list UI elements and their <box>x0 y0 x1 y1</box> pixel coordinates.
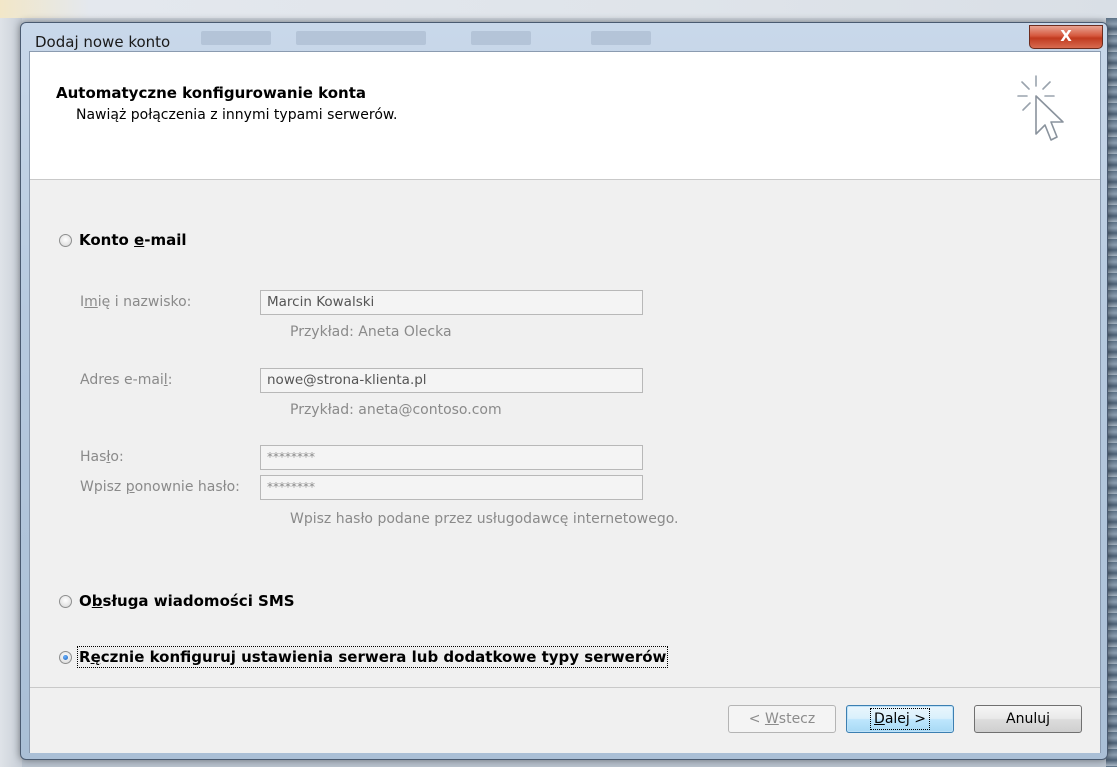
password-repeat-input[interactable]: ******** <box>260 475 643 500</box>
back-button[interactable]: < Wstecz <box>728 705 836 733</box>
email-input[interactable]: nowe@strona-klienta.pl <box>260 368 643 393</box>
radio-email-label: Konto e-mail <box>79 231 187 249</box>
email-hint: Przykład: aneta@contoso.com <box>290 402 502 418</box>
dialog-footer: < Wstecz Dalej > Anuluj <box>30 687 1100 753</box>
radio-sms-label: Obsługa wiadomości SMS <box>79 592 295 610</box>
cursor-sparkle-icon <box>1017 75 1064 141</box>
add-account-dialog: Dodaj nowe konto X Automatyczne konfigur… <box>20 22 1108 760</box>
dialog-body: Konto e-mail Imię i nazwisko: Marcin Kow… <box>30 180 1100 687</box>
radio-button[interactable] <box>59 233 72 247</box>
background-toolbar <box>0 0 1117 18</box>
dialog-content: Automatyczne konfigurowanie konta Nawiąż… <box>29 51 1101 753</box>
background-left-pane <box>0 18 22 767</box>
password-label: Hasło: <box>80 449 124 465</box>
ghost-menu-item <box>201 31 271 45</box>
radio-manual-config[interactable]: Ręcznie konfiguruj ustawienia serwera lu… <box>59 646 669 668</box>
name-hint: Przykład: Aneta Olecka <box>290 324 452 340</box>
ghost-menu-item <box>471 31 531 45</box>
password-input[interactable]: ******** <box>260 445 643 470</box>
name-input[interactable]: Marcin Kowalski <box>260 290 643 315</box>
window-title: Dodaj nowe konto <box>35 33 171 51</box>
header-title: Automatyczne konfigurowanie konta <box>56 84 366 102</box>
close-button[interactable]: X <box>1029 25 1103 49</box>
ghost-menu-item <box>296 31 426 45</box>
header-subtitle: Nawiąż połączenia z innymi typami serwer… <box>76 107 398 123</box>
dialog-header: Automatyczne konfigurowanie konta Nawiąż… <box>30 52 1100 180</box>
ghost-menu-item <box>591 31 651 45</box>
radio-sms[interactable]: Obsługa wiadomości SMS <box>59 592 295 610</box>
password-hint: Wpisz hasło podane przez usługodawcę int… <box>290 511 679 527</box>
radio-manual-label: Ręcznie konfiguruj ustawienia serwera lu… <box>76 646 669 668</box>
close-icon: X <box>1060 27 1072 45</box>
cancel-button[interactable]: Anuluj <box>974 705 1082 733</box>
radio-button-selected[interactable] <box>59 650 72 664</box>
radio-email-account[interactable]: Konto e-mail <box>59 231 187 249</box>
password-repeat-label: Wpisz ponownie hasło: <box>80 479 240 495</box>
email-label: Adres e-mail: <box>80 372 173 388</box>
next-button[interactable]: Dalej > <box>846 705 954 733</box>
radio-button[interactable] <box>59 594 72 608</box>
name-label: Imię i nazwisko: <box>80 294 192 310</box>
